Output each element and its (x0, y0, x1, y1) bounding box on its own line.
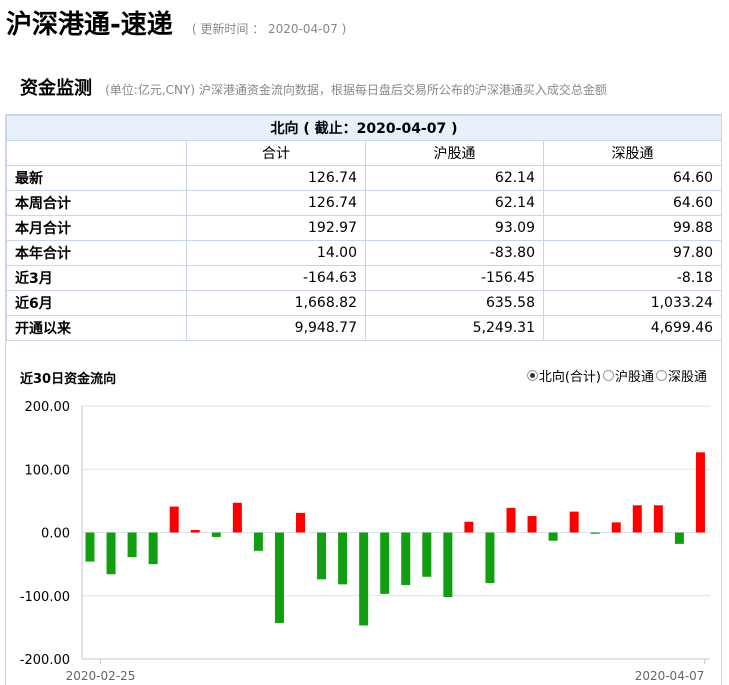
cell-sh: 5,249.31 (365, 315, 544, 341)
page-title: 沪深港通-速递 (6, 10, 173, 40)
bar (380, 532, 390, 594)
bar (106, 532, 116, 575)
bar (127, 532, 137, 558)
cell-total: 9,948.77 (186, 315, 366, 341)
bar (359, 532, 369, 626)
bar (527, 516, 537, 533)
x-tick-label-first: 2020-02-25 (66, 669, 136, 683)
bar (85, 532, 95, 562)
column-header (6, 140, 187, 166)
radio-circle-icon[interactable] (655, 370, 667, 381)
row-label: 近6月 (6, 290, 187, 316)
bar (190, 529, 200, 533)
row-label: 最新 (6, 165, 187, 191)
table-row: 开通以来 9,948.77 5,249.31 4,699.46 (6, 315, 723, 341)
bar (169, 506, 179, 533)
cell-total: 126.74 (186, 165, 366, 191)
page-header: 沪深港通-速递 ( 更新时间 ： 2020-04-07 ) (6, 4, 346, 41)
series-radio-label: 深股通 (667, 370, 707, 385)
cell-sz: 64.60 (542, 190, 723, 216)
cell-sz: 97.80 (542, 240, 723, 266)
section-title: 资金监测 (20, 78, 92, 99)
table-row: 本周合计 126.74 62.14 64.60 (6, 190, 723, 216)
y-tick-label: 0.00 (41, 527, 70, 542)
table-row: 最新 126.74 62.14 64.60 (6, 165, 723, 191)
bar (611, 522, 621, 533)
update-time: ( 更新时间 ： 2020-04-07 ) (191, 22, 347, 36)
chart-title: 近30日资金流向 (20, 372, 117, 387)
table-row: 近3月 -164.63 -156.45 -8.18 (6, 265, 723, 291)
radio-circle-icon[interactable] (602, 370, 614, 381)
cell-total: 192.97 (186, 215, 366, 241)
cell-total: 126.74 (186, 190, 366, 216)
table-caption-row: 北向 ( 截止：2020-04-07 ) (5, 115, 723, 141)
cell-sh: 62.14 (365, 165, 544, 191)
cell-sz: -8.18 (542, 265, 723, 291)
bar (506, 507, 516, 533)
cell-total: -164.63 (186, 265, 366, 291)
column-header-total: 合计 (186, 140, 366, 166)
table-caption: 北向 ( 截止：2020-04-07 ) (5, 115, 723, 141)
table-row: 近6月 1,668.82 635.58 1,033.24 (6, 290, 723, 316)
bar (422, 532, 432, 577)
cell-sz: 99.88 (542, 215, 723, 241)
bar (632, 505, 642, 533)
bar (317, 532, 327, 580)
bar (443, 532, 453, 598)
bar (253, 532, 263, 551)
cell-total: 14.00 (186, 240, 366, 266)
y-tick-label: 200.00 (25, 400, 71, 415)
bar (695, 452, 705, 533)
bar (211, 532, 221, 537)
bar (338, 532, 348, 585)
x-tick-label-last: 2020-04-07 (635, 669, 705, 683)
bar (548, 532, 558, 541)
fund-flow-chart: 200.00 100.00 0.00 -100.00 -200.002020-02-25… (20, 400, 710, 683)
cell-sh: 62.14 (365, 190, 544, 216)
column-header-sh: 沪股通 (365, 140, 544, 166)
bar (401, 532, 411, 585)
bar (296, 512, 305, 533)
bar (464, 521, 474, 533)
bar (653, 505, 663, 533)
column-header-sz: 深股通 (542, 140, 723, 166)
series-radio-option[interactable]: 北向(合计) (526, 366, 601, 385)
bar (232, 502, 242, 533)
cell-sh: 635.58 (365, 290, 544, 316)
series-radio-label: 北向(合计) (538, 370, 601, 385)
row-label: 本年合计 (6, 240, 187, 266)
series-selector: 北向(合计) 沪股通 深股通 (525, 366, 707, 385)
series-radio-option[interactable]: 沪股通 (602, 366, 654, 385)
cell-sz: 64.60 (542, 165, 723, 191)
cell-total: 1,668.82 (186, 290, 366, 316)
row-label: 本周合计 (6, 190, 187, 216)
bar (148, 532, 158, 565)
section-description: (单位:亿元,CNY) 沪深港通资金流向数据，根据每日盘后交易所公布的沪深港通买… (105, 83, 607, 97)
cell-sz: 1,033.24 (542, 290, 723, 316)
row-label: 开通以来 (6, 315, 187, 341)
cell-sh: -156.45 (365, 265, 544, 291)
bar (274, 532, 284, 623)
table-header-row: 合计 沪股通 深股通 (6, 140, 723, 166)
bar (485, 532, 495, 584)
cell-sz: 4,699.46 (542, 315, 723, 341)
y-tick-label: -100.00 (20, 590, 70, 605)
y-tick-label: 100.00 (25, 463, 71, 478)
bar (674, 532, 684, 544)
y-tick-label: -200.00 (20, 653, 70, 668)
table-row: 本月合计 192.97 93.09 99.88 (6, 215, 723, 241)
bar (569, 511, 579, 533)
cell-sh: -83.80 (365, 240, 544, 266)
fund-flow-table: 北向 ( 截止：2020-04-07 ) 合计 沪股通 深股通 最新 126.74… (5, 115, 723, 341)
section-header: 资金监测 (单位:亿元,CNY) 沪深港通资金流向数据，根据每日盘后交易所公布的… (20, 74, 729, 100)
row-label: 本月合计 (6, 215, 187, 241)
table-row: 本年合计 14.00 -83.80 97.80 (6, 240, 723, 266)
row-label: 近3月 (6, 265, 187, 291)
series-radio-label: 沪股通 (614, 370, 654, 385)
series-radio-option[interactable]: 深股通 (655, 366, 707, 385)
radio-circle-icon[interactable] (526, 370, 538, 381)
cell-sh: 93.09 (365, 215, 544, 241)
bar (590, 532, 600, 534)
